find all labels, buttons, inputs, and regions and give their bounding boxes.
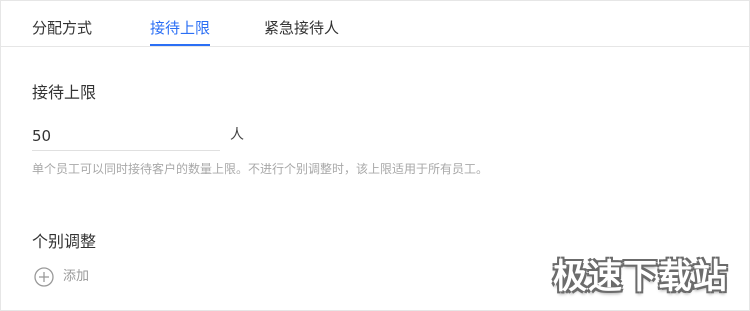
tab-emergency-receiver[interactable]: 紧急接待人	[264, 17, 339, 39]
add-adjustment-label: 添加	[63, 269, 90, 284]
active-tab-indicator	[150, 44, 210, 46]
limit-unit-label: 人	[230, 127, 244, 143]
tab-assignment-method[interactable]: 分配方式	[32, 17, 92, 39]
tab-reception-limit[interactable]: 接待上限	[150, 17, 210, 39]
reception-limit-hint: 单个员工可以同时接待客户的数量上限。不进行个别调整时，该上限适用于所有员工。	[32, 162, 489, 176]
tab-bar: 分配方式 接待上限 紧急接待人	[0, 0, 750, 47]
reception-limit-title: 接待上限	[32, 83, 97, 102]
watermark-logo: 极速下载站	[553, 257, 728, 297]
add-adjustment-button[interactable]: 添加	[34, 266, 89, 288]
plus-circle-icon	[34, 267, 54, 287]
reception-limit-input[interactable]	[32, 122, 220, 151]
individual-adjust-title: 个别调整	[32, 232, 97, 251]
